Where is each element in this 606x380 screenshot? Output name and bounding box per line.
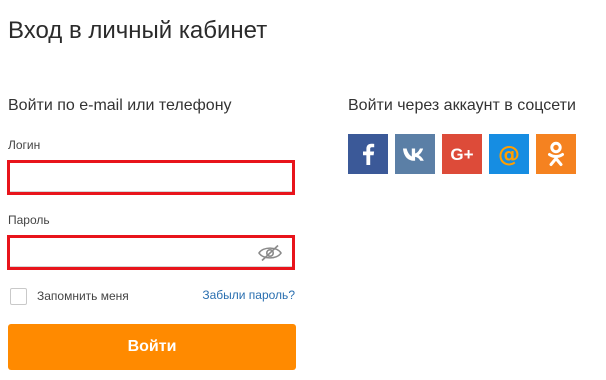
mail-ru-login-button[interactable]: @	[489, 134, 529, 174]
password-input[interactable]	[10, 238, 292, 267]
odnoklassniki-login-button[interactable]	[536, 134, 576, 174]
password-field-highlight	[7, 235, 295, 270]
forgot-password-link[interactable]: Забыли пароль?	[202, 288, 295, 302]
remember-me-row: Запомнить меня	[10, 286, 129, 306]
login-submit-button[interactable]: Войти	[8, 324, 296, 370]
mail-ru-icon: @	[498, 143, 520, 168]
password-label: Пароль	[8, 213, 50, 227]
google-plus-login-button[interactable]: G+	[442, 134, 482, 174]
email-login-heading: Войти по e-mail или телефону	[8, 97, 232, 114]
social-login-buttons: G+ @	[348, 134, 576, 174]
login-field-highlight	[7, 160, 295, 195]
show-password-eye-icon[interactable]	[258, 244, 282, 262]
vk-icon	[403, 148, 424, 161]
login-input[interactable]	[10, 163, 292, 192]
page-title: Вход в личный кабинет	[8, 17, 268, 44]
login-label: Логин	[8, 138, 41, 152]
svg-text:@: @	[498, 143, 520, 168]
social-login-heading: Войти через аккаунт в соцсети	[348, 97, 576, 114]
remember-me-checkbox[interactable]	[10, 287, 27, 305]
remember-me-label[interactable]: Запомнить меня	[37, 289, 129, 303]
google-plus-icon: G+	[450, 145, 473, 164]
vk-login-button[interactable]	[395, 134, 435, 174]
facebook-login-button[interactable]	[348, 134, 388, 174]
odnoklassniki-icon	[548, 141, 564, 166]
svg-text:G+: G+	[450, 145, 473, 164]
facebook-icon	[363, 143, 375, 165]
